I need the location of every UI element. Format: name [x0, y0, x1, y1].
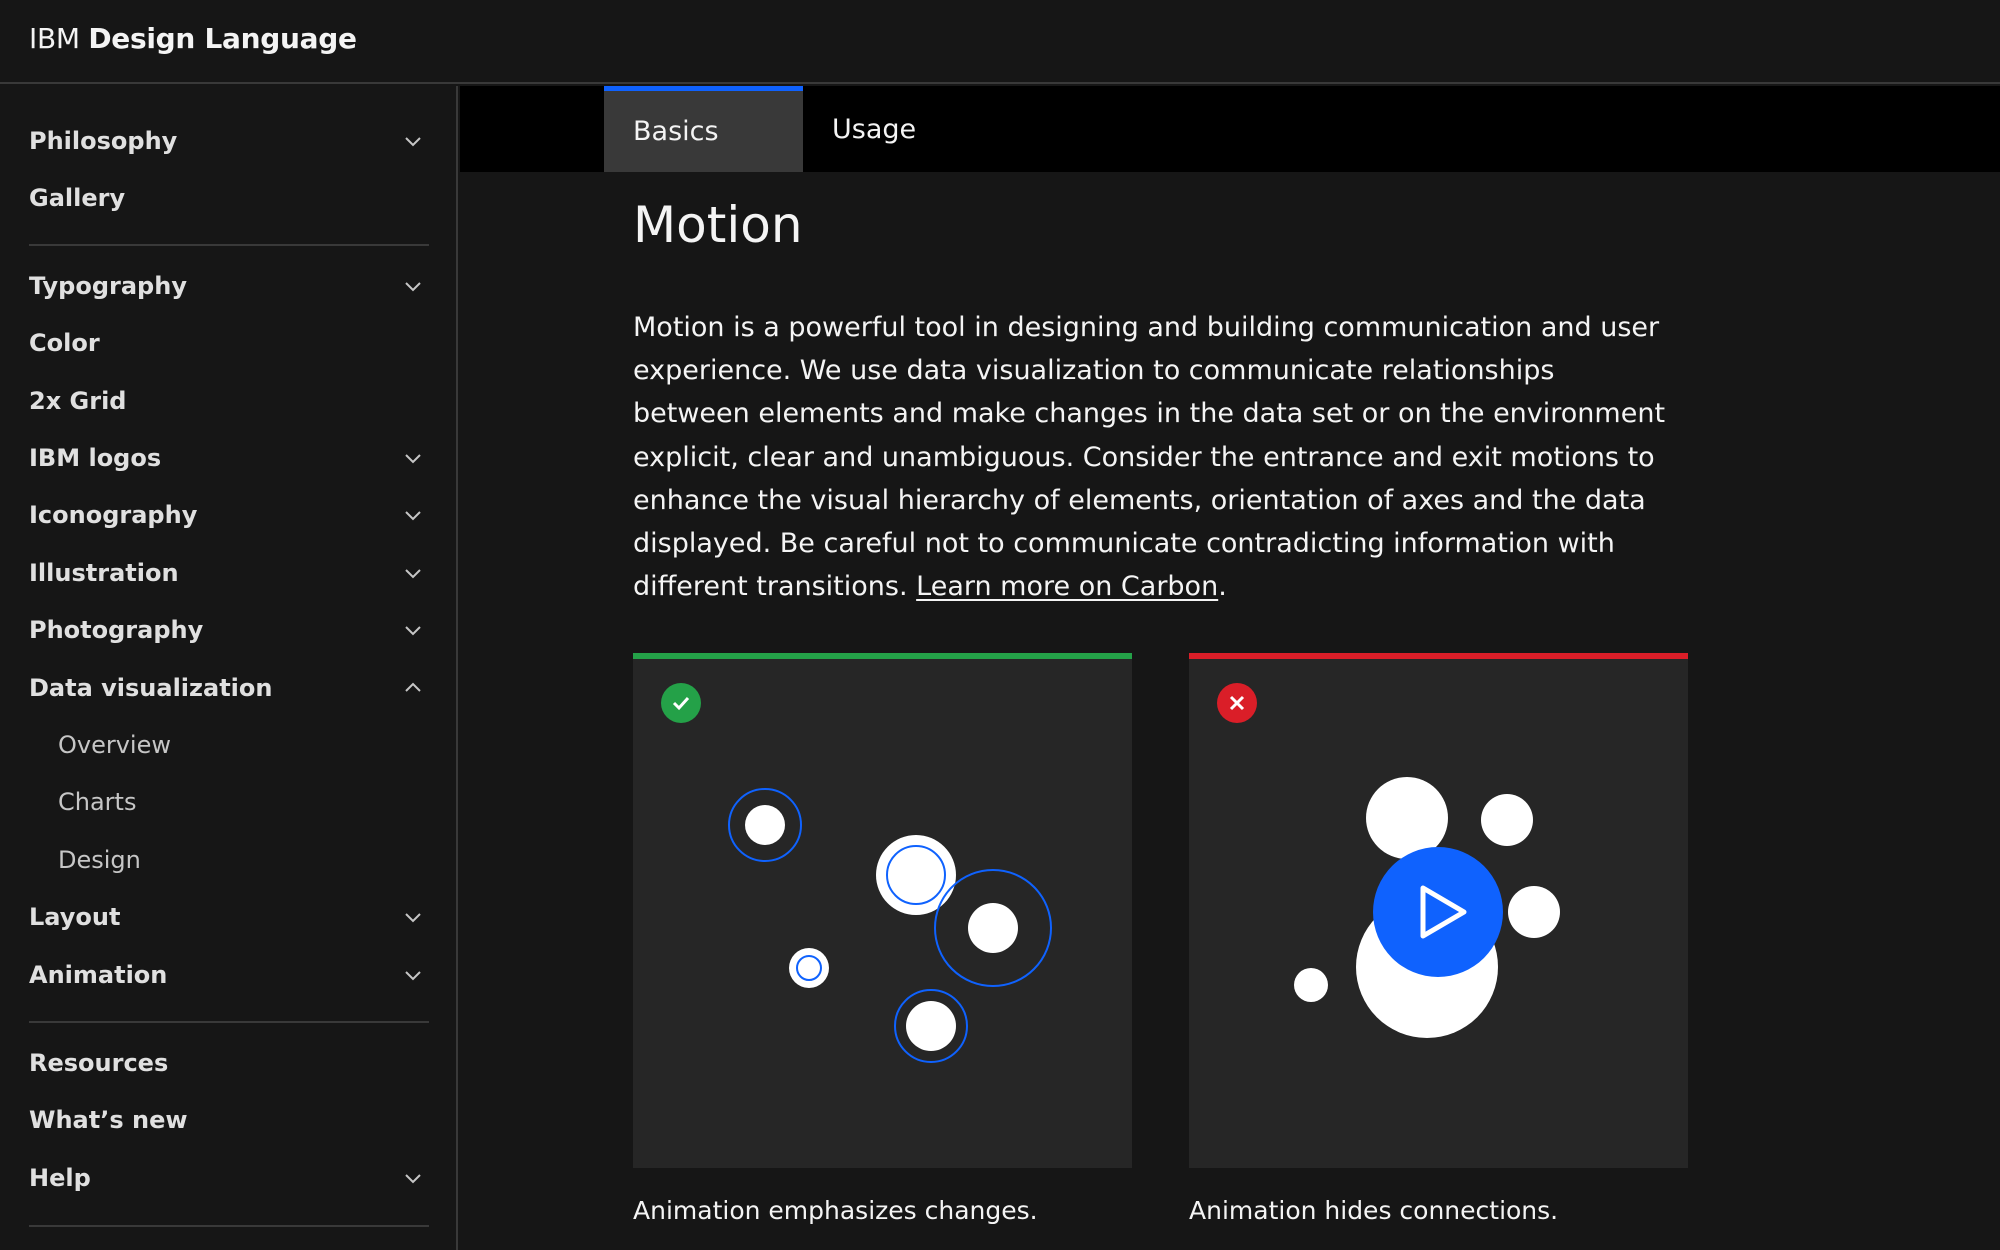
sidebar-item-resources[interactable]: Resources: [29, 1037, 429, 1089]
sidebar-divider: [29, 244, 429, 246]
brand-logo[interactable]: IBM Design Language: [29, 22, 357, 55]
tab-basics[interactable]: Basics: [604, 86, 803, 172]
sidebar-item-label: Photography: [29, 616, 204, 644]
do-caption: Animation emphasizes changes.: [633, 1196, 1038, 1225]
sidebar-item-philosophy[interactable]: Philosophy: [29, 115, 429, 167]
tab-usage[interactable]: Usage: [803, 86, 963, 172]
chevron-down-icon: [405, 511, 421, 521]
sidebar-item-label: Color: [29, 329, 100, 357]
page-title: Motion: [633, 196, 803, 254]
sidebar-item-help[interactable]: Help: [29, 1152, 429, 1204]
chevron-down-icon: [405, 1174, 421, 1184]
chevron-down-icon: [405, 913, 421, 923]
brand-ibm: IBM: [29, 22, 80, 55]
sidebar-item-label: IBM logos: [29, 444, 162, 472]
sidebar-item-animation[interactable]: Animation: [29, 949, 429, 1001]
chevron-down-icon: [405, 137, 421, 147]
play-button[interactable]: [1373, 847, 1503, 977]
sidebar-item-layout[interactable]: Layout: [29, 891, 429, 943]
dont-example-card: [1189, 653, 1688, 1168]
sidebar-item-typography[interactable]: Typography: [29, 260, 429, 312]
sidebar-item-label: Charts: [58, 788, 137, 816]
chevron-up-icon: [405, 682, 421, 692]
do-example-card: [633, 653, 1132, 1168]
sidebar-divider: [29, 1021, 429, 1023]
sidebar-item-label: Gallery: [29, 184, 126, 212]
sidebar-item-ibm-logos[interactable]: IBM logos: [29, 432, 429, 484]
sidebar-item-label: Iconography: [29, 501, 198, 529]
intro-text: Motion is a powerful tool in designing a…: [633, 312, 1666, 603]
sidebar-item-2x-grid[interactable]: 2x Grid: [29, 375, 429, 427]
sidebar-subitem-overview[interactable]: Overview: [58, 719, 429, 771]
chevron-down-icon: [405, 454, 421, 464]
tab-label: Usage: [832, 113, 917, 145]
sidebar-item-label: Illustration: [29, 559, 179, 587]
sidebar-item-label: Philosophy: [29, 127, 178, 155]
sidebar-item-color[interactable]: Color: [29, 317, 429, 369]
sidebar-item-iconography[interactable]: Iconography: [29, 489, 429, 541]
brand-title: Design Language: [88, 22, 357, 55]
sidebar-subitem-design[interactable]: Design: [58, 834, 429, 886]
sidebar-item-label: 2x Grid: [29, 387, 127, 415]
sidebar-item-label: Design: [58, 846, 141, 874]
chevron-down-icon: [405, 626, 421, 636]
sidebar-item-label: What’s new: [29, 1106, 188, 1134]
sidebar-item-label: Help: [29, 1164, 91, 1192]
sidebar-item-label: Resources: [29, 1049, 169, 1077]
chevron-down-icon: [405, 569, 421, 579]
sidebar-item-label: Layout: [29, 903, 121, 931]
tab-label: Basics: [633, 116, 719, 147]
intro-trailing: .: [1218, 571, 1227, 603]
sidebar-item-photography[interactable]: Photography: [29, 604, 429, 656]
dont-caption: Animation hides connections.: [1189, 1196, 1559, 1225]
content-tabs: Basics Usage: [460, 86, 2000, 172]
sidebar-item-label: Animation: [29, 961, 168, 989]
sidebar-item-label: Typography: [29, 272, 187, 300]
chevron-down-icon: [405, 282, 421, 292]
sidebar-item-label: Overview: [58, 731, 171, 759]
learn-more-link[interactable]: Learn more on Carbon: [916, 571, 1218, 602]
sidebar-divider: [29, 1225, 429, 1227]
sidebar-item-data-visualization[interactable]: Data visualization: [29, 662, 429, 714]
play-icon: [1420, 885, 1467, 939]
intro-paragraph: Motion is a powerful tool in designing a…: [633, 306, 1673, 608]
sidebar-nav: Philosophy Gallery Typography Color 2x G…: [0, 86, 458, 1250]
sidebar-item-label: Data visualization: [29, 674, 273, 702]
top-header: IBM Design Language: [0, 0, 2000, 84]
chevron-down-icon: [405, 971, 421, 981]
sidebar-item-whats-new[interactable]: What’s new: [29, 1094, 429, 1146]
sidebar-item-gallery[interactable]: Gallery: [29, 172, 429, 224]
motion-emphasis-illustration: [728, 788, 1052, 1063]
sidebar-subitem-charts[interactable]: Charts: [58, 776, 429, 828]
sidebar-item-illustration[interactable]: Illustration: [29, 547, 429, 599]
